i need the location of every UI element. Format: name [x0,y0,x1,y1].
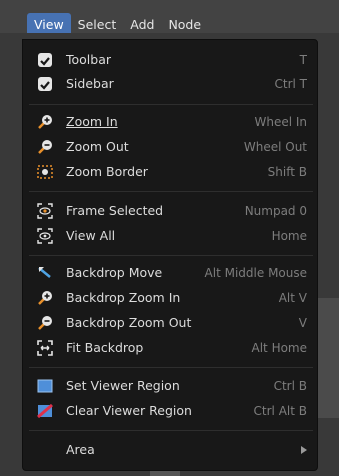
backdrop-move-icon [38,267,51,278]
menu-separator [29,104,313,105]
menu-item-sidebar[interactable]: Sidebar Ctrl T [23,72,317,96]
menu-item-label: Clear Viewer Region [66,403,192,418]
menu-item-shortcut: Alt V [278,291,307,305]
menu-item-view-all[interactable]: View All Home [23,224,317,248]
menu-item-fit-backdrop[interactable]: Fit Backdrop Alt Home [23,336,317,360]
menu-item-shortcut: Wheel Out [243,140,307,154]
zoom-out-icon [38,140,52,154]
menu-item-clear-viewer-region[interactable]: Clear Viewer Region Ctrl Alt B [23,399,317,423]
menu-item-label: Set Viewer Region [66,378,180,393]
menu-item-backdrop-zoom-out[interactable]: Backdrop Zoom Out V [23,311,317,335]
menu-item-label: View All [66,228,116,243]
submenu-arrow-icon [301,446,307,454]
menu-item-label: Backdrop Move [66,265,163,280]
menu-item-shortcut: Alt Home [251,341,308,355]
menu-item-label: Zoom Border [66,164,148,179]
frame-selected-icon [37,203,53,219]
menu-item-set-viewer-region[interactable]: Set Viewer Region Ctrl B [23,374,317,398]
menu-item-label: Area [66,442,95,457]
menu-item-area[interactable]: Area [23,438,317,462]
menu-item-zoom-in[interactable]: Zoom In Wheel In [23,110,317,134]
menu-item-label: Toolbar [66,52,112,67]
menu-item-label: Zoom Out [66,139,129,154]
checkbox-icon[interactable] [38,53,52,67]
view-all-icon [37,228,53,244]
menu-item-zoom-out[interactable]: Zoom Out Wheel Out [23,135,317,159]
menu-separator [29,430,313,431]
menu-item-label: Fit Backdrop [66,340,144,355]
menu-item-shortcut: Ctrl Alt B [253,404,307,418]
menu-item-shortcut: V [298,316,307,330]
zoom-border-icon [37,165,53,179]
menu-item-shortcut: Ctrl B [273,379,307,393]
view-menu-dropdown: Toolbar T Sidebar Ctrl T Zoom In Wheel I… [22,39,318,471]
menu-separator [29,367,313,368]
menu-item-frame-selected[interactable]: Frame Selected Numpad 0 [23,199,317,223]
menu-item-shortcut: Shift B [267,165,307,179]
menu-item-shortcut: T [299,53,307,67]
menu-separator [29,255,313,256]
set-viewer-region-icon [37,379,53,393]
menu-item-label: Backdrop Zoom Out [66,315,192,330]
menu-item-zoom-border[interactable]: Zoom Border Shift B [23,160,317,184]
menu-item-label: Zoom In [66,114,118,129]
zoom-in-icon [38,291,52,305]
fit-backdrop-icon [37,340,53,356]
background-node [318,298,339,418]
menu-item-label: Sidebar [66,76,114,91]
menu-item-shortcut: Alt Middle Mouse [204,266,307,280]
menu-item-shortcut: Wheel In [254,115,307,129]
menu-item-backdrop-move[interactable]: Backdrop Move Alt Middle Mouse [23,261,317,285]
zoom-in-icon [38,115,52,129]
menu-item-shortcut: Home [271,229,307,243]
menu-item-shortcut: Ctrl T [274,77,308,91]
menu-item-shortcut: Numpad 0 [244,204,307,218]
zoom-out-icon [38,316,52,330]
menu-item-label: Backdrop Zoom In [66,290,181,305]
menu-separator [29,191,313,192]
checkbox-icon[interactable] [38,77,52,91]
menu-item-label: Frame Selected [66,203,164,218]
menu-item-backdrop-zoom-in[interactable]: Backdrop Zoom In Alt V [23,286,317,310]
menu-item-toolbar[interactable]: Toolbar T [23,48,317,72]
clear-viewer-region-icon [37,403,53,419]
